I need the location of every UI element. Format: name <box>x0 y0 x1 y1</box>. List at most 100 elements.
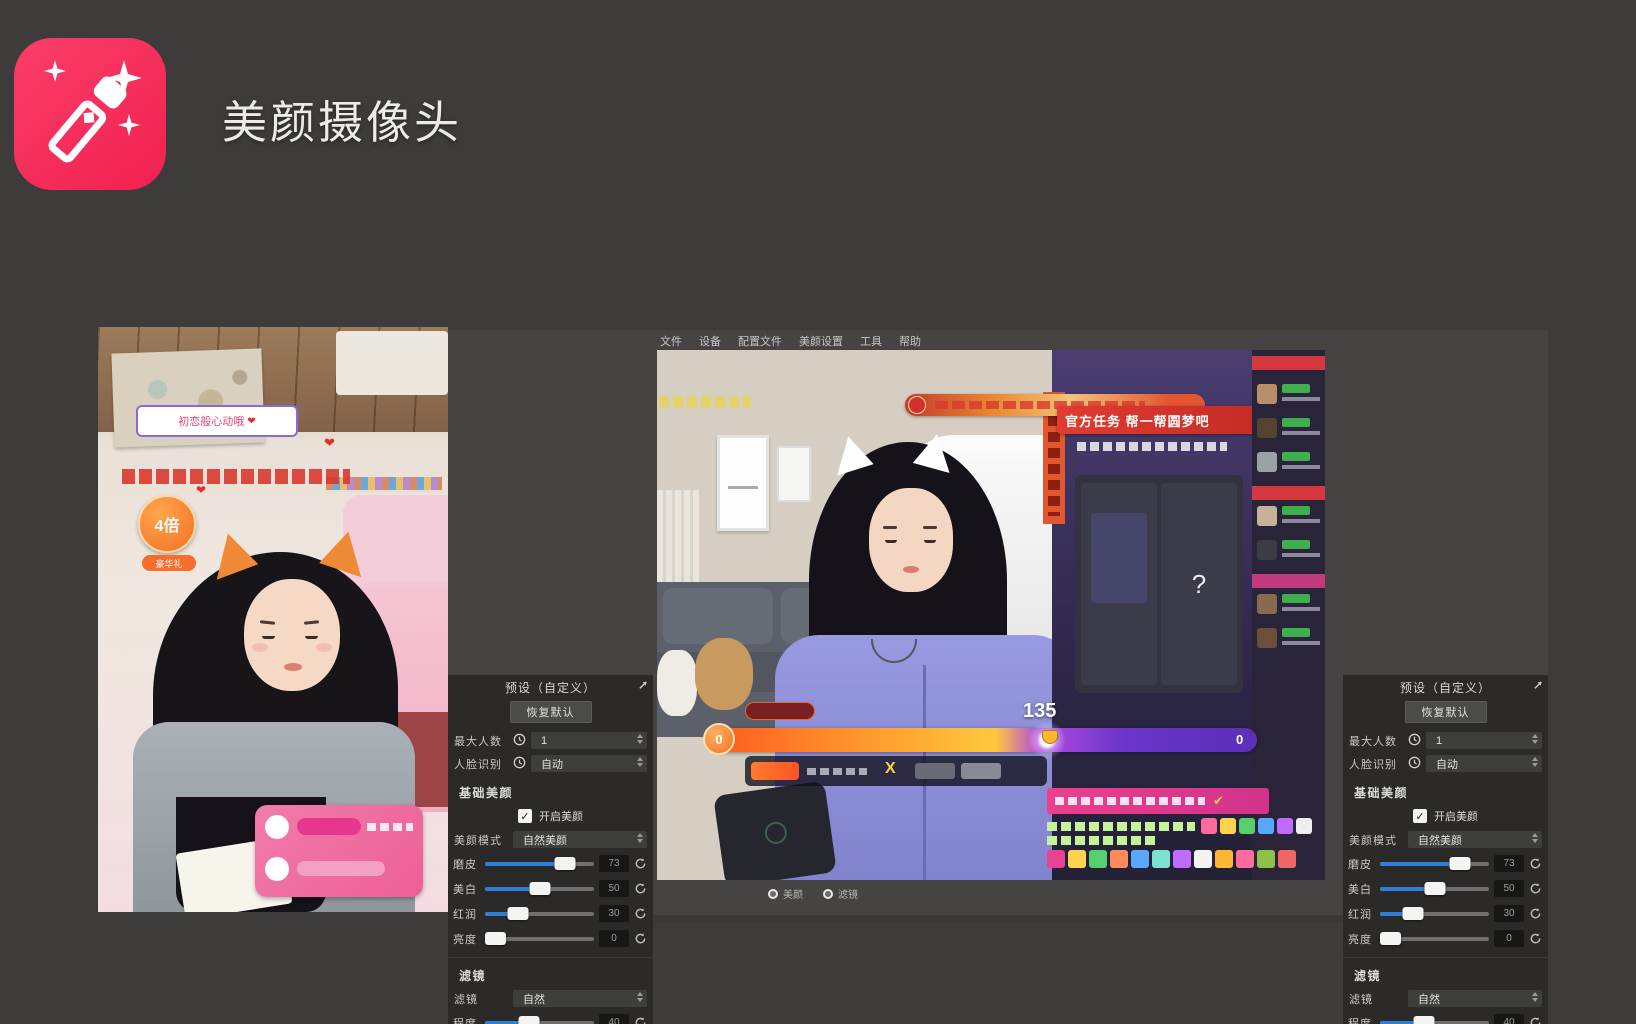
gift-row-avatar <box>265 857 289 881</box>
spinner-arrows[interactable] <box>637 734 643 744</box>
slider-handle[interactable] <box>1402 907 1423 920</box>
chat-badge <box>1282 628 1310 637</box>
reset-slider-icon[interactable] <box>634 1016 648 1024</box>
mode-row: 美颜模式自然美颜 <box>1343 828 1548 851</box>
slider-track[interactable] <box>1380 887 1489 891</box>
mode-select[interactable]: 自然 <box>513 990 647 1007</box>
eyebrow <box>304 620 319 625</box>
chat-badge <box>1282 384 1310 393</box>
menu-item-5[interactable]: 帮助 <box>899 333 921 349</box>
slider-handle[interactable] <box>1449 857 1470 870</box>
spinner-arrows[interactable] <box>637 833 643 843</box>
menu-item-4[interactable]: 工具 <box>860 333 882 349</box>
menu-item-1[interactable]: 设备 <box>699 333 721 349</box>
eyebrow <box>923 526 937 529</box>
slider-track[interactable] <box>485 937 594 941</box>
check-icon[interactable]: ✓ <box>1413 809 1427 823</box>
reset-slider-icon[interactable] <box>634 907 648 921</box>
pk-progress-bar: 0 <box>712 728 1257 752</box>
field-value-input[interactable]: 自动 <box>531 755 647 772</box>
section-title: 滤镜 <box>1343 958 1548 987</box>
slider-label: 美白 <box>453 881 480 897</box>
emote-row <box>1201 818 1312 834</box>
reset-slider-icon[interactable] <box>634 857 648 871</box>
mode-select[interactable]: 自然 <box>1408 990 1542 1007</box>
slider-track[interactable] <box>1380 912 1489 916</box>
footer-toggle-filter[interactable]: 滤镜 <box>823 886 858 901</box>
reset-slider-icon[interactable] <box>634 932 648 946</box>
poster-line <box>728 486 758 489</box>
slider-track[interactable] <box>1380 1021 1489 1024</box>
spinner-arrows[interactable] <box>1532 757 1538 767</box>
collapse-icon[interactable] <box>1533 680 1543 690</box>
menu-item-0[interactable]: 文件 <box>660 333 682 349</box>
slider-track[interactable] <box>1380 862 1489 866</box>
emote-tile <box>1215 850 1233 868</box>
reset-slider-icon[interactable] <box>634 882 648 896</box>
heart-icon: ❤ <box>324 435 335 451</box>
pink-banner-text <box>1055 797 1205 805</box>
gift-multiplier-sub: 豪华礼 <box>142 555 196 571</box>
field-value-input[interactable]: 1 <box>531 732 647 749</box>
reset-slider-icon[interactable] <box>1529 932 1543 946</box>
slider-handle[interactable] <box>507 907 528 920</box>
emote-tile <box>1239 818 1255 834</box>
field-row: 最大人数1 <box>1343 729 1548 752</box>
spinner-arrows[interactable] <box>637 992 643 1002</box>
menu-item-2[interactable]: 配置文件 <box>738 333 782 349</box>
spinner-arrows[interactable] <box>1532 734 1538 744</box>
slider-handle[interactable] <box>518 1016 539 1024</box>
slider-handle[interactable] <box>1424 882 1445 895</box>
slider-track[interactable] <box>485 887 594 891</box>
clock-icon <box>1408 733 1421 749</box>
slider-handle[interactable] <box>1380 932 1401 945</box>
reset-slider-icon[interactable] <box>1529 1016 1543 1024</box>
eye <box>924 540 936 543</box>
slider-label: 程度 <box>453 1015 480 1024</box>
footer-toggle-label: 美颜 <box>783 886 803 901</box>
mode-value: 自然 <box>1418 991 1440 1007</box>
field-value-input[interactable]: 1 <box>1426 732 1542 749</box>
collapse-icon[interactable] <box>638 680 648 690</box>
emote-tile <box>1173 850 1191 868</box>
spinner-arrows[interactable] <box>1532 992 1538 1002</box>
field-value: 自动 <box>541 756 563 772</box>
reset-slider-icon[interactable] <box>1529 907 1543 921</box>
slider-track[interactable] <box>1380 937 1489 941</box>
emote-tile <box>1047 850 1065 868</box>
pk-left-badge: 0 <box>703 723 735 755</box>
heart-icon: ❤ <box>247 416 255 427</box>
check-icon[interactable]: ✓ <box>518 809 532 823</box>
restore-default-button[interactable]: 恢复默认 <box>510 701 592 723</box>
reset-slider-icon[interactable] <box>1529 857 1543 871</box>
slider-track[interactable] <box>485 862 594 866</box>
closed-eye <box>305 636 318 639</box>
mode-select[interactable]: 自然美颜 <box>1408 831 1542 848</box>
slider-handle[interactable] <box>485 932 506 945</box>
spinner-arrows[interactable] <box>1532 833 1538 843</box>
footer-toggle-beauty[interactable]: 美颜 <box>768 886 803 901</box>
slider-track[interactable] <box>485 912 594 916</box>
emote-tile <box>1236 850 1254 868</box>
enable-beauty-row: ✓开启美颜 <box>448 804 653 828</box>
app-icon-magic-wand[interactable] <box>14 38 166 190</box>
restore-default-button[interactable]: 恢复默认 <box>1405 701 1487 723</box>
necklace <box>871 639 917 663</box>
microphone <box>713 781 837 880</box>
slider-track[interactable] <box>485 1021 594 1024</box>
slider-value: 30 <box>599 905 629 922</box>
slider-value: 73 <box>599 855 629 872</box>
slider-label: 亮度 <box>453 931 480 947</box>
field-value-input[interactable]: 自动 <box>1426 755 1542 772</box>
mode-select[interactable]: 自然美颜 <box>513 831 647 848</box>
battle-x: X <box>885 760 896 778</box>
slider-handle[interactable] <box>1413 1016 1434 1024</box>
reset-slider-icon[interactable] <box>1529 882 1543 896</box>
menu-item-3[interactable]: 美颜设置 <box>799 333 843 349</box>
door-poster <box>1091 513 1147 603</box>
streak-tag <box>745 702 815 720</box>
slider-handle[interactable] <box>529 882 550 895</box>
slider-handle[interactable] <box>554 857 575 870</box>
spinner-arrows[interactable] <box>637 757 643 767</box>
gift-row-text <box>367 823 413 831</box>
